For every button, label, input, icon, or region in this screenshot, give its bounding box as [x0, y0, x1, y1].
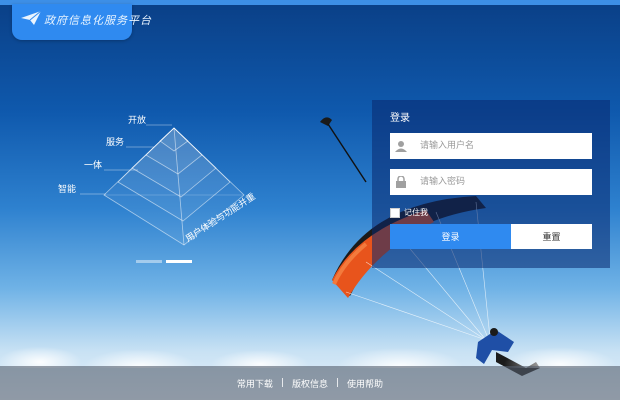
login-panel: 登录 记住我 登录 重置	[372, 100, 610, 268]
logo-text: 政府信息化服务平台	[44, 14, 152, 27]
footer: 常用下载 | 版权信息 | 使用帮助	[0, 366, 620, 400]
footer-separator: |	[336, 378, 340, 388]
logo[interactable]: 政府信息化服务平台	[12, 4, 151, 40]
username-input[interactable]	[412, 133, 592, 159]
lock-icon	[390, 169, 412, 195]
pyramid-graphic: 开放 服务 一体 智能 用户体验与功能并重	[58, 114, 258, 246]
password-field[interactable]	[390, 169, 592, 195]
remember-checkbox[interactable]	[390, 207, 400, 218]
remember-label: 记住我	[404, 208, 428, 217]
username-field[interactable]	[390, 133, 592, 159]
pyramid-level-label: 智能	[58, 183, 76, 195]
remember-me[interactable]: 记住我	[390, 207, 428, 218]
user-icon	[390, 133, 412, 159]
login-title: 登录	[390, 113, 410, 124]
footer-separator: |	[280, 378, 284, 388]
password-input[interactable]	[412, 169, 592, 195]
slider-dot-active[interactable]	[166, 260, 192, 263]
pyramid-level-label: 开放	[128, 114, 146, 126]
paper-plane-icon	[21, 10, 42, 25]
login-button[interactable]: 登录	[390, 224, 511, 249]
footer-link-help[interactable]: 使用帮助	[347, 377, 383, 390]
cloud-layer	[0, 322, 620, 368]
distant-paraglider-illustration	[320, 117, 367, 183]
footer-link-copyright[interactable]: 版权信息	[292, 377, 328, 390]
reset-button[interactable]: 重置	[511, 224, 592, 249]
slider-dot[interactable]	[136, 260, 162, 263]
pyramid-level-label: 服务	[106, 136, 124, 148]
footer-link-downloads[interactable]: 常用下载	[237, 377, 273, 390]
pyramid-level-label: 一体	[84, 159, 102, 171]
